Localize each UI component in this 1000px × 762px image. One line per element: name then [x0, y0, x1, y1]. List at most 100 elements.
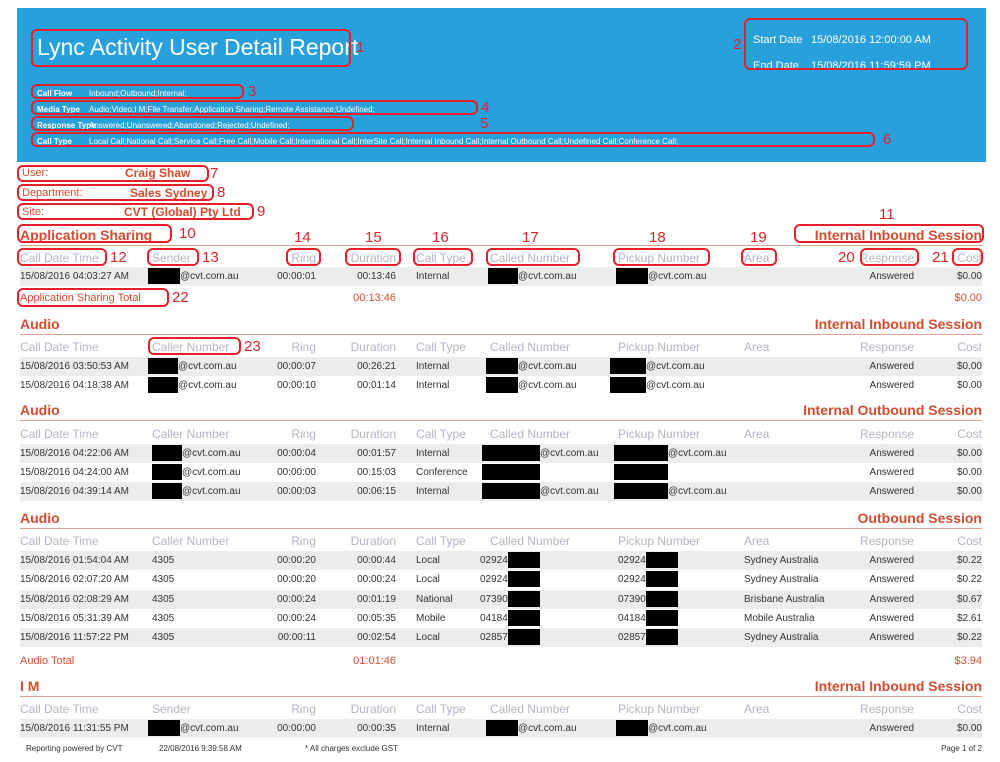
cell-call-type: Local	[416, 555, 440, 566]
cell-caller: @cvt.com.au	[152, 444, 241, 463]
section-media: I M	[20, 678, 40, 694]
annotation-number: 7	[210, 165, 219, 182]
cell-call-type: Local	[416, 632, 440, 643]
total-duration: 00:13:46	[353, 292, 396, 304]
cell-duration: 00:01:14	[357, 380, 396, 391]
cell-area: Sydney Australia	[744, 574, 819, 585]
cell-duration: 00:06:15	[357, 486, 396, 497]
col-called-number: Called Number	[490, 340, 571, 354]
table-row: 15/08/2016 04:18:38 AM @cvt.com.au 00:00…	[20, 376, 982, 395]
redaction-block	[482, 483, 540, 500]
section-session: Internal Outbound Session	[803, 402, 982, 418]
filter-value: Audio;Video;I M;File Transfer;Applicatio…	[89, 105, 375, 114]
col-call-date-time: Call Date Time	[20, 340, 99, 354]
user-label: User:	[22, 167, 49, 179]
user-value: Craig Shaw	[125, 166, 191, 180]
annotation-number: 5	[480, 115, 489, 132]
col-call-date-time: Call Date Time	[20, 251, 99, 265]
redaction-block	[488, 268, 518, 285]
redaction-block	[610, 358, 646, 375]
footer-gst-note: * All charges exclude GST	[305, 744, 398, 753]
cell-cost: $0.67	[956, 594, 982, 605]
cell-called: @cvt.com.au	[482, 482, 599, 501]
total-label: Application Sharing Total	[20, 292, 141, 304]
col-caller-number: Caller Number	[152, 340, 230, 354]
redaction-block	[610, 377, 646, 394]
cell-response: Answered	[869, 574, 914, 585]
cell-cost: $0.00	[956, 271, 982, 282]
cell-duration: 00:00:24	[357, 574, 396, 585]
cell-pickup: 07390	[618, 590, 678, 609]
redaction-block	[486, 377, 518, 394]
redaction-block	[645, 591, 678, 608]
cell-date: 15/08/2016 03:50:53 AM	[20, 361, 129, 372]
col-cost: Cost	[957, 534, 982, 548]
cell-called: @cvt.com.au	[486, 376, 577, 395]
site-label: Site:	[22, 206, 45, 218]
annotation-number: 1	[356, 39, 365, 56]
annotation-number: 8	[217, 184, 226, 201]
cell-area: Mobile Australia	[744, 613, 815, 624]
cell-caller: 4305	[152, 574, 175, 585]
cell-call-type: Internal	[416, 486, 450, 497]
col-response: Response	[859, 427, 914, 441]
col-called-number: Called Number	[490, 702, 571, 716]
redaction-block	[645, 629, 678, 646]
section-session: Internal Inbound Session	[814, 227, 982, 243]
col-cost: Cost	[957, 702, 982, 716]
cell-call-type: Internal	[416, 448, 450, 459]
redaction-block	[507, 591, 540, 608]
cell-ring: 00:00:10	[277, 380, 316, 391]
cell-call-type: Mobile	[416, 613, 446, 624]
footer-powered-by: Reporting powered by CVT	[26, 744, 123, 753]
annotation-number: 9	[257, 203, 266, 220]
filter-value: Local Call;National Call;Service Call;Fr…	[89, 137, 679, 146]
col-caller-number: Caller Number	[152, 534, 230, 548]
cell-ring: 00:00:00	[277, 467, 316, 478]
cell-pickup: @cvt.com.au	[610, 376, 705, 395]
cell-cost: $0.00	[956, 723, 982, 734]
col-called-number: Called Number	[490, 534, 571, 548]
annotation-number: 12	[110, 249, 127, 266]
cell-caller: @cvt.com.au	[148, 376, 237, 395]
cell-response: Answered	[869, 361, 914, 372]
cell-response: Answered	[869, 271, 914, 282]
cell-duration: 00:02:54	[357, 632, 396, 643]
col-called-number: Called Number	[490, 251, 571, 265]
col-call-type: Call Type	[416, 534, 466, 548]
cell-date: 15/08/2016 11:57:22 PM	[20, 632, 129, 643]
total-cost: $3.94	[954, 655, 982, 667]
total-row: Audio Total 01:01:46 $3.94	[20, 652, 982, 670]
redaction-block	[507, 610, 540, 627]
col-pickup-number: Pickup Number	[618, 427, 701, 441]
total-duration: 01:01:46	[353, 655, 396, 667]
redaction-block	[482, 464, 540, 481]
table-row: 15/08/2016 04:03:27 AM @cvt.com.au 00:00…	[20, 267, 982, 286]
annotation-number: 17	[522, 229, 539, 246]
end-date-label: End Date	[753, 60, 799, 72]
col-duration: Duration	[350, 702, 396, 716]
redaction-block	[152, 445, 182, 462]
cell-response: Answered	[869, 632, 914, 643]
cell-called: 02924	[480, 551, 540, 570]
annotation-number: 2	[733, 36, 742, 53]
cell-pickup: 02924	[618, 570, 678, 589]
redaction-block	[614, 483, 668, 500]
filter-response-type: Response TypeAnswered;Unanswered;Abandon…	[37, 118, 877, 134]
start-date-label: Start Date	[753, 34, 803, 46]
annotation-number: 15	[365, 229, 382, 246]
column-header-row: Call Date Time Caller Number Ring Durati…	[20, 337, 982, 357]
cell-ring: 00:00:00	[277, 723, 316, 734]
col-called-number: Called Number	[490, 427, 571, 441]
annotation-number: 21	[932, 249, 949, 266]
cell-ring: 00:00:20	[277, 574, 316, 585]
filter-call-type: Call Type Local Call;National Call;Servic…	[37, 134, 877, 150]
total-row: Application Sharing Total 00:13:46 $0.00	[20, 289, 982, 307]
redaction-block	[616, 268, 648, 285]
cell-response: Answered	[869, 448, 914, 459]
redaction-block	[486, 720, 518, 737]
cell-called: @cvt.com.au	[486, 719, 577, 738]
cell-call-type: Internal	[416, 271, 450, 282]
column-header-row: Call Date Time Caller Number Ring Durati…	[20, 424, 982, 444]
cell-ring: 00:00:03	[277, 486, 316, 497]
